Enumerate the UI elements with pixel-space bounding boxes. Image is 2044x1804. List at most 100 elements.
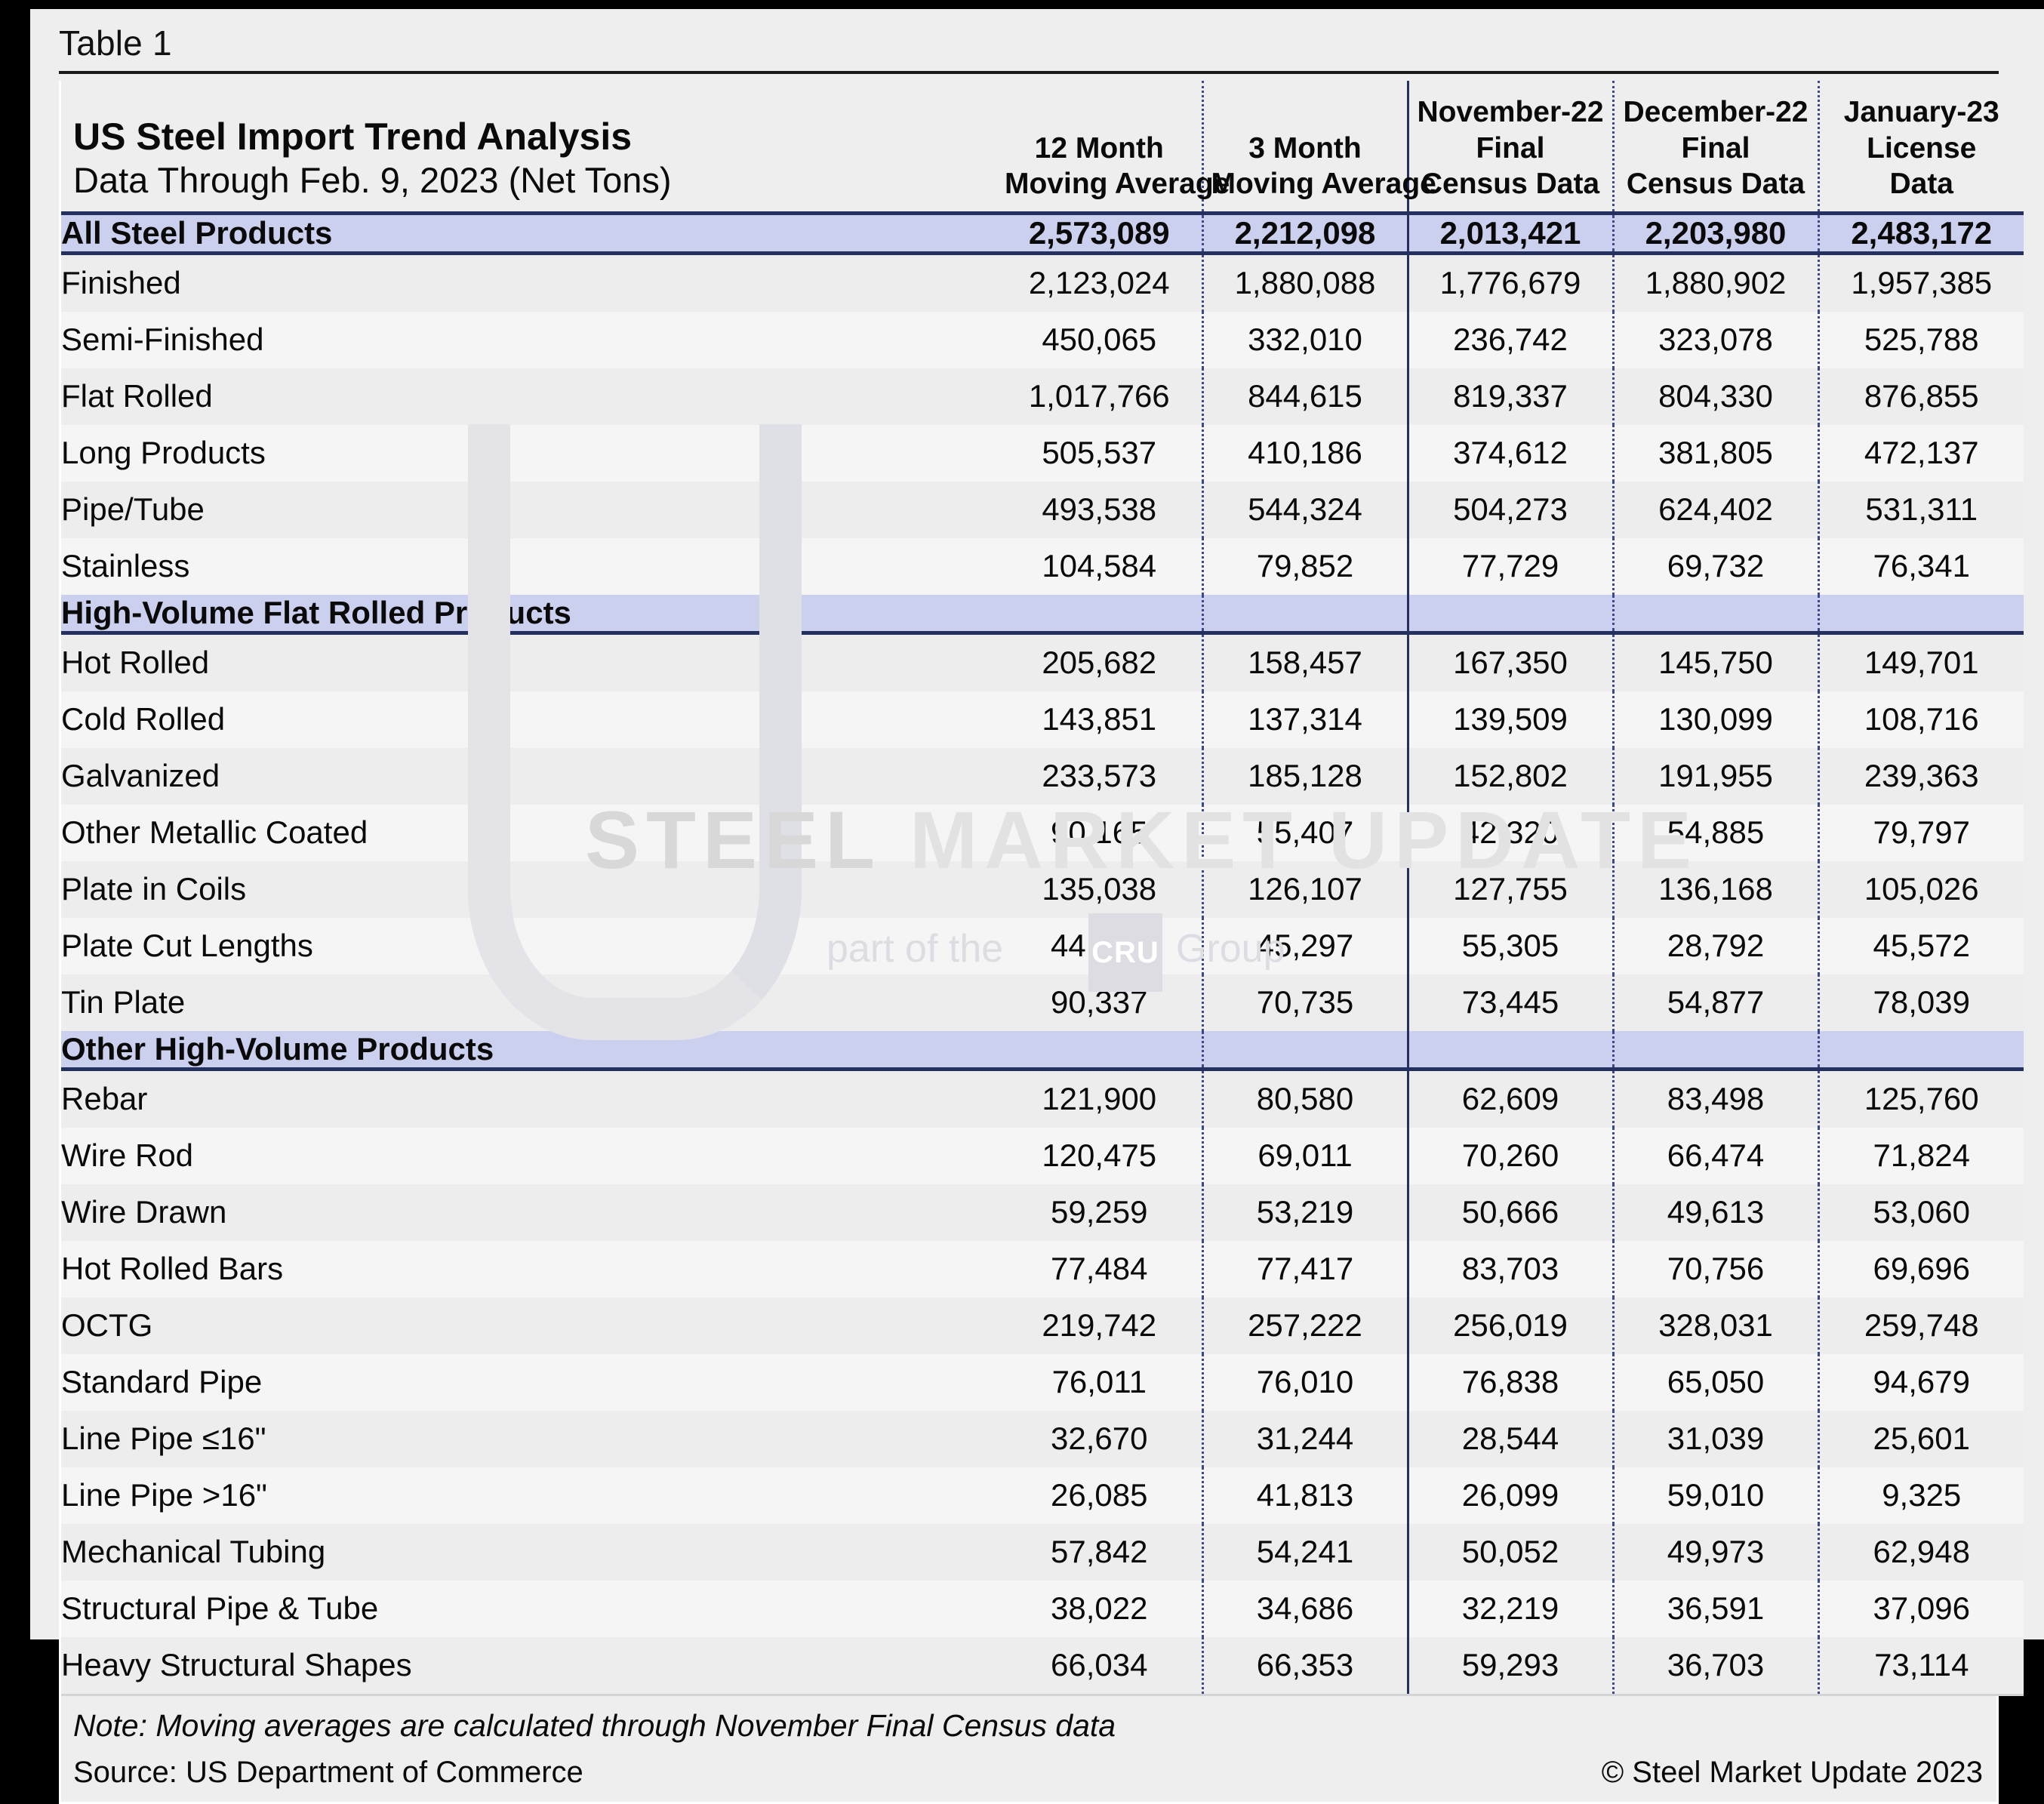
table-row: Line Pipe >16" 26,085 41,813 26,099 59,010 9,… — [61, 1467, 2024, 1524]
column-header-line1: December-22 — [1623, 96, 1809, 128]
row-value: 42,320 — [1406, 804, 1613, 861]
row-label: Wire Rod — [61, 1127, 997, 1184]
row-value: 544,324 — [1201, 481, 1408, 538]
table-row: Other Metallic Coated 90,165 55,407 42,320 5… — [61, 804, 2024, 861]
table-row: Structural Pipe & Tube 38,022 34,686 32,219… — [61, 1580, 2024, 1637]
row-value: 76,341 — [1817, 537, 2024, 595]
row-value: 493,538 — [997, 481, 1202, 538]
column-header-line2: License — [1867, 131, 1977, 165]
row-value: 57,842 — [997, 1523, 1202, 1581]
row-value: 66,034 — [997, 1636, 1202, 1696]
row-value: 149,701 — [1817, 633, 2024, 691]
row-value: 45,297 — [1201, 917, 1408, 974]
row-value: 236,742 — [1406, 311, 1613, 368]
column-header-line2: Moving Average — [1005, 168, 1230, 201]
source-text: Source: US Department of Commerce — [73, 1755, 583, 1789]
section-label: High-Volume Flat Rolled Products — [61, 594, 997, 635]
row-value: 25,601 — [1817, 1410, 2024, 1467]
row-value: 126,107 — [1201, 860, 1408, 918]
row-label: Other Metallic Coated — [61, 804, 997, 861]
row-value: 69,011 — [1201, 1127, 1408, 1184]
section-value — [1201, 594, 1408, 635]
column-header-december-22: December-22 Final Census Data — [1611, 81, 1818, 215]
table-row: Wire Rod 120,475 69,011 70,260 66,474 71,824 — [61, 1127, 2024, 1184]
table-row: Heavy Structural Shapes 66,034 66,353 59,29… — [61, 1636, 2024, 1696]
row-value: 26,099 — [1406, 1467, 1613, 1524]
row-value: 37,096 — [1817, 1580, 2024, 1637]
row-label: Finished — [61, 253, 997, 312]
row-label: Heavy Structural Shapes — [61, 1636, 997, 1696]
row-value: 28,544 — [1406, 1410, 1613, 1467]
row-value: 137,314 — [1201, 691, 1408, 748]
row-value: 54,241 — [1201, 1523, 1408, 1581]
row-value: 219,742 — [997, 1297, 1202, 1354]
table-row: OCTG 219,742 257,222 256,019 328,031 259,748 — [61, 1297, 2024, 1354]
row-label: Plate in Coils — [61, 860, 997, 918]
section-label: All Steel Products — [61, 213, 997, 255]
row-value: 90,165 — [997, 804, 1202, 861]
row-value: 450,065 — [997, 311, 1202, 368]
row-value: 120,475 — [997, 1127, 1202, 1184]
column-header-line1: 12 Month — [1034, 131, 1164, 165]
row-value: 32,219 — [1406, 1580, 1613, 1637]
table-row: Long Products 505,537 410,186 374,612 381,80… — [61, 424, 2024, 482]
table-container: US Steel Import Trend Analysis Data Thro… — [59, 81, 2024, 1804]
table-header-row: US Steel Import Trend Analysis Data Thro… — [61, 81, 2024, 215]
row-label: Semi-Finished — [61, 311, 997, 368]
row-value: 59,259 — [997, 1184, 1202, 1241]
section-label: Other High-Volume Products — [61, 1030, 997, 1071]
row-value: 76,010 — [1201, 1353, 1408, 1411]
table-row: Pipe/Tube 493,538 544,324 504,273 624,402 531… — [61, 481, 2024, 538]
row-value: 83,498 — [1611, 1069, 1818, 1128]
row-value: 31,244 — [1201, 1410, 1408, 1467]
row-value: 410,186 — [1201, 424, 1408, 482]
row-value: 145,750 — [1611, 633, 1818, 691]
row-value: 1,776,679 — [1406, 253, 1613, 312]
column-header-line2: Final — [1476, 131, 1545, 165]
column-header-line1: 3 Month — [1248, 131, 1362, 165]
row-value: 44,784 — [997, 917, 1202, 974]
row-value: 819,337 — [1406, 368, 1613, 425]
row-value: 525,788 — [1817, 311, 2024, 368]
section-header-row: All Steel Products 2,573,089 2,212,098 2,01… — [61, 213, 2024, 255]
row-value: 73,445 — [1406, 974, 1613, 1031]
row-label: Structural Pipe & Tube — [61, 1580, 997, 1637]
row-value: 624,402 — [1611, 481, 1818, 538]
row-value: 69,696 — [1817, 1240, 2024, 1298]
row-value: 55,407 — [1201, 804, 1408, 861]
row-value: 158,457 — [1201, 633, 1408, 691]
copyright-text: © Steel Market Update 2023 — [1601, 1755, 1983, 1789]
table-note: Note: Moving averages are calculated thr… — [73, 1707, 1116, 1743]
row-label: Pipe/Tube — [61, 481, 997, 538]
row-label: Rebar — [61, 1069, 997, 1128]
row-value: 1,957,385 — [1817, 253, 2024, 312]
section-value — [997, 594, 1202, 635]
row-value: 50,666 — [1406, 1184, 1613, 1241]
section-value — [1817, 594, 2024, 635]
section-value: 2,212,098 — [1201, 213, 1408, 255]
row-value: 66,353 — [1201, 1636, 1408, 1696]
row-value: 505,537 — [997, 424, 1202, 482]
row-value: 71,824 — [1817, 1127, 2024, 1184]
row-label: Galvanized — [61, 747, 997, 805]
table-row: Hot Rolled 205,682 158,457 167,350 145,750 14… — [61, 633, 2024, 691]
column-header-3-month: 3 Month Moving Average — [1201, 81, 1436, 215]
table-row: Wire Drawn 59,259 53,219 50,666 49,613 53,060 — [61, 1184, 2024, 1241]
row-value: 127,755 — [1406, 860, 1613, 918]
row-label: OCTG — [61, 1297, 997, 1354]
row-label: Hot Rolled — [61, 633, 997, 691]
row-value: 62,609 — [1406, 1069, 1613, 1128]
row-value: 9,325 — [1817, 1467, 2024, 1524]
row-value: 804,330 — [1611, 368, 1818, 425]
row-value: 76,838 — [1406, 1353, 1613, 1411]
row-value: 135,038 — [997, 860, 1202, 918]
row-value: 143,851 — [997, 691, 1202, 748]
table-row: Semi-Finished 450,065 332,010 236,742 323,07… — [61, 311, 2024, 368]
row-value: 472,137 — [1817, 424, 2024, 482]
row-value: 76,011 — [997, 1353, 1202, 1411]
row-value: 152,802 — [1406, 747, 1613, 805]
row-value: 54,877 — [1611, 974, 1818, 1031]
row-value: 191,955 — [1611, 747, 1818, 805]
row-value: 332,010 — [1201, 311, 1408, 368]
table-row: Line Pipe ≤16" 32,670 31,244 28,544 31,039 25… — [61, 1410, 2024, 1467]
